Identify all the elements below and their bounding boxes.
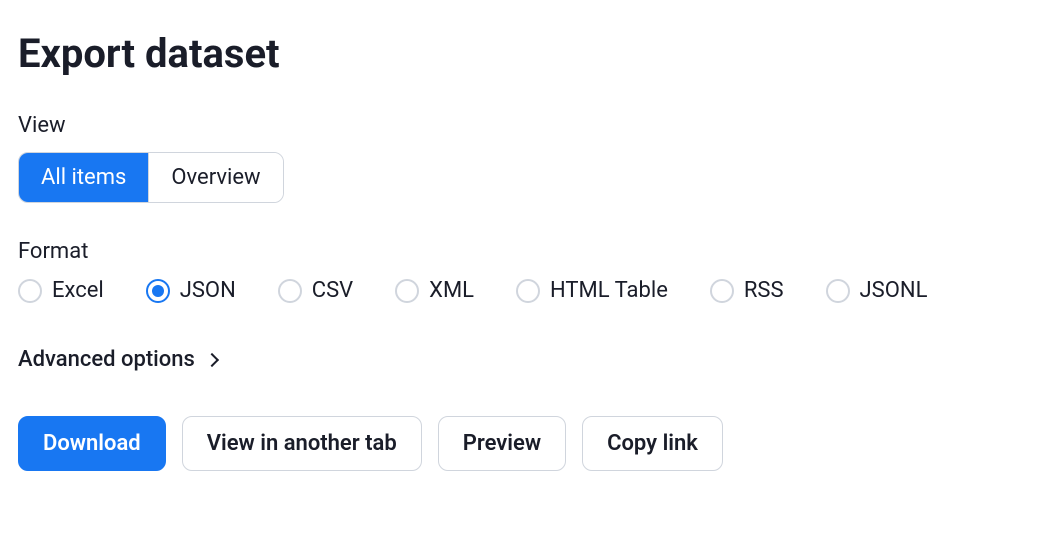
advanced-options-toggle[interactable]: Advanced options	[18, 347, 217, 372]
format-option-xml[interactable]: XML	[395, 278, 474, 303]
format-option-csv[interactable]: CSV	[278, 278, 353, 303]
action-buttons: Download View in another tab Preview Cop…	[18, 416, 1030, 471]
format-option-label: HTML Table	[550, 278, 668, 303]
preview-button[interactable]: Preview	[438, 416, 566, 471]
radio-icon	[146, 279, 170, 303]
copy-link-button[interactable]: Copy link	[582, 416, 723, 471]
format-option-label: JSON	[180, 278, 236, 303]
advanced-options-label: Advanced options	[18, 347, 195, 372]
format-option-label: JSONL	[860, 278, 928, 303]
format-radio-group: Excel JSON CSV XML HTML Table RSS JSONL	[18, 278, 1030, 303]
format-option-label: RSS	[744, 278, 784, 303]
view-option-all-items[interactable]: All items	[19, 153, 149, 202]
radio-icon	[395, 279, 419, 303]
format-option-label: CSV	[312, 278, 353, 303]
format-option-label: Excel	[52, 278, 104, 303]
view-in-another-tab-button[interactable]: View in another tab	[182, 416, 422, 471]
format-option-rss[interactable]: RSS	[710, 278, 784, 303]
view-segmented-control: All items Overview	[18, 152, 284, 203]
format-label: Format	[18, 239, 1030, 264]
format-option-json[interactable]: JSON	[146, 278, 236, 303]
format-option-html-table[interactable]: HTML Table	[516, 278, 668, 303]
radio-icon	[826, 279, 850, 303]
view-label: View	[18, 113, 1030, 138]
page-title: Export dataset	[18, 30, 1030, 77]
radio-icon	[710, 279, 734, 303]
format-option-jsonl[interactable]: JSONL	[826, 278, 928, 303]
radio-icon	[18, 279, 42, 303]
download-button[interactable]: Download	[18, 416, 166, 471]
radio-icon	[516, 279, 540, 303]
radio-icon	[278, 279, 302, 303]
format-option-label: XML	[429, 278, 474, 303]
view-option-overview[interactable]: Overview	[149, 153, 282, 202]
chevron-right-icon	[205, 352, 219, 366]
format-option-excel[interactable]: Excel	[18, 278, 104, 303]
